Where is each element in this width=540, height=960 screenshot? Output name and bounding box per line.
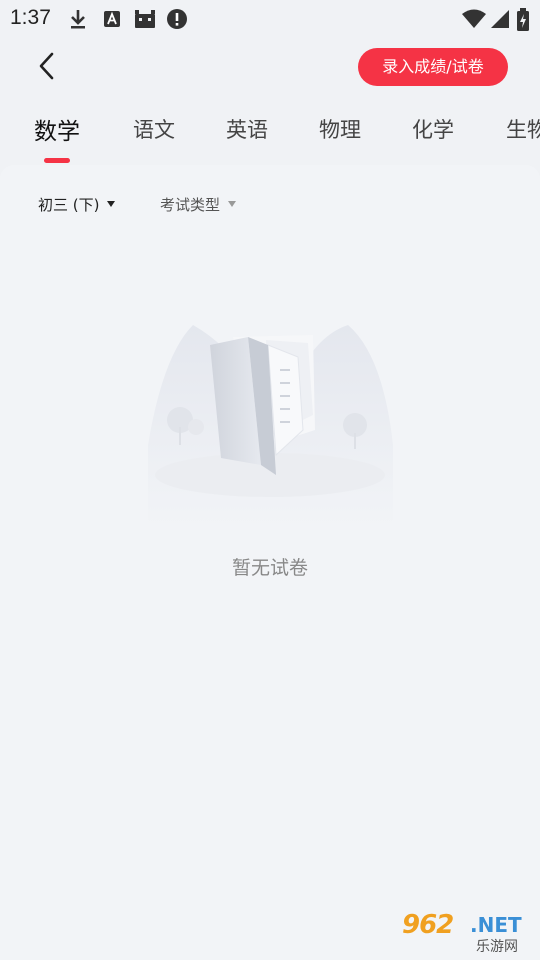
back-button[interactable] — [30, 48, 66, 84]
tab-math[interactable]: 数学 — [34, 112, 80, 146]
status-time: 1:37 — [10, 6, 51, 29]
status-bar: 1:37 — [0, 0, 540, 38]
tab-physics[interactable]: 物理 — [319, 114, 361, 144]
battery-icon — [517, 8, 529, 31]
android-icon — [135, 10, 155, 28]
grade-filter[interactable]: 初三 (下) — [38, 189, 116, 219]
content-panel: 初三 (下) 考试类型 暂无试卷 — [0, 165, 540, 960]
wifi-icon — [462, 9, 486, 28]
empty-message: 暂无试卷 — [231, 557, 308, 579]
tab-english[interactable]: 英语 — [226, 114, 268, 144]
book-illustration-icon — [148, 325, 393, 530]
grade-filter-label: 初三 (下) — [38, 195, 100, 214]
exam-type-filter-label: 考试类型 — [160, 195, 221, 214]
text-a-icon — [104, 11, 120, 27]
alert-icon — [167, 9, 187, 29]
tab-biology[interactable]: 生物 — [506, 114, 540, 144]
watermark-logo: 962 .NET 乐游网 — [400, 910, 535, 956]
download-icon — [71, 10, 85, 29]
watermark-number: 962 — [402, 910, 454, 940]
tab-chinese[interactable]: 语文 — [133, 114, 175, 144]
tab-chemistry[interactable]: 化学 — [412, 114, 454, 144]
header: 录入成绩/试卷 — [0, 38, 540, 100]
exam-type-filter[interactable]: 考试类型 — [160, 189, 237, 219]
watermark-site: 乐游网 — [476, 939, 518, 955]
caret-down-icon — [228, 201, 237, 207]
enter-scores-button[interactable]: 录入成绩/试卷 — [358, 48, 508, 86]
subject-tabs: 数学 语文 英语 物理 化学 生物 — [0, 100, 540, 164]
active-tab-indicator — [44, 158, 70, 163]
watermark-domain: .NET — [470, 913, 522, 937]
signal-icon — [491, 10, 509, 28]
caret-down-icon — [107, 201, 116, 207]
filter-bar: 初三 (下) 考试类型 — [0, 165, 540, 241]
